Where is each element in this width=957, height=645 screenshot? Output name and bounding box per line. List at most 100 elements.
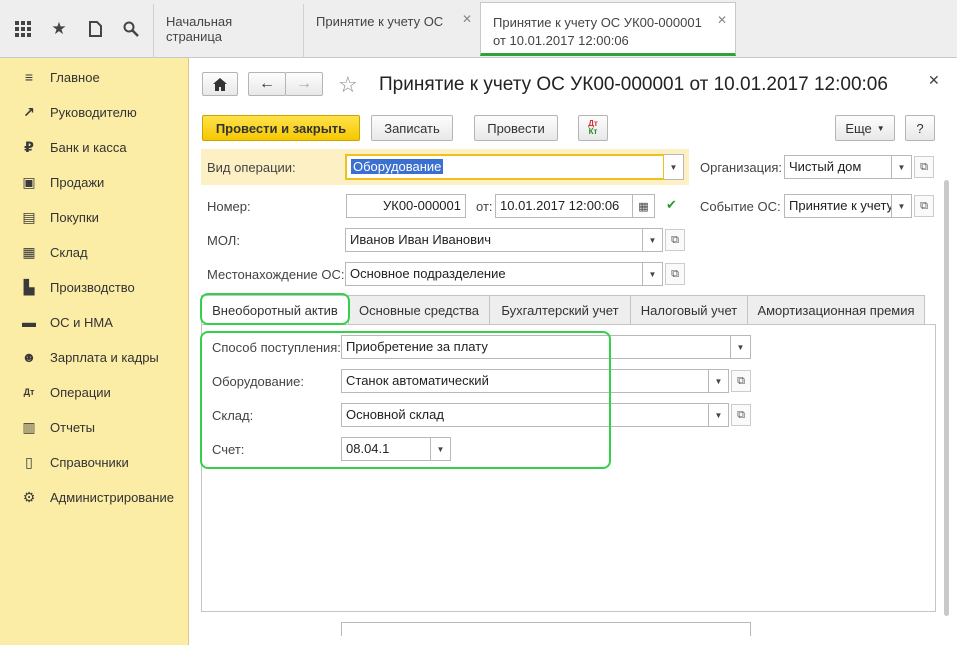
calendar-button[interactable]: ▦ xyxy=(633,194,655,218)
sidebar-item-1[interactable]: ↗ Руководителю xyxy=(0,98,189,126)
equipment-dropdown[interactable]: ▼ xyxy=(709,369,729,393)
sidebar-item-3[interactable]: ▣ Продажи xyxy=(0,168,189,196)
page-title: Принятие к учету ОС УК00-000001 от 10.01… xyxy=(379,74,888,95)
help-button[interactable]: ? xyxy=(905,115,935,141)
sidebar-item-6[interactable]: ▙ Производство xyxy=(0,273,189,301)
check-icon[interactable]: ✔ xyxy=(666,197,677,213)
sidebar-item-4[interactable]: ▤ Покупки xyxy=(0,203,189,231)
sidebar-item-7[interactable]: ▬ ОС и НМА xyxy=(0,308,189,336)
history-icon[interactable] xyxy=(80,14,110,44)
tab-panel xyxy=(201,324,936,612)
tab-home[interactable]: Начальная страница xyxy=(153,4,303,58)
chevron-down-icon: ▼ xyxy=(876,123,885,133)
search-icon[interactable] xyxy=(116,14,146,44)
tab-os-acceptance-doc[interactable]: Принятие к учету ОС УК00-000001 от 10.01… xyxy=(480,2,736,56)
dt-kt-icon: Дт xyxy=(23,387,35,397)
mol-field[interactable]: Иванов Иван Иванович xyxy=(345,228,643,252)
event-dropdown[interactable]: ▼ xyxy=(892,194,912,218)
chevron-down-icon: ▼ xyxy=(714,376,723,386)
tab-os-acceptance-list-label: Принятие к учету ОС xyxy=(316,14,444,29)
sidebar-item-5[interactable]: ▦ Склад xyxy=(0,238,189,266)
operation-type-field[interactable]: Оборудование xyxy=(345,154,665,180)
truck-icon: ▬ xyxy=(22,314,36,330)
close-icon[interactable]: ✕ xyxy=(462,12,472,26)
back-button[interactable]: ← xyxy=(248,72,286,96)
receipt-method-label: Способ поступления: xyxy=(212,340,341,355)
organization-label: Организация: xyxy=(700,160,783,175)
sidebar-item-label: Склад xyxy=(50,244,88,260)
apps-grid-icon[interactable] xyxy=(8,14,38,44)
location-open-button[interactable]: ⧉ xyxy=(665,263,685,285)
mol-dropdown[interactable]: ▼ xyxy=(643,228,663,252)
sidebar-item-11[interactable]: ▯ Справочники xyxy=(0,448,189,476)
tab-noncurrent-asset[interactable]: Внеоборотный актив xyxy=(201,295,349,325)
scrollbar-thumb[interactable] xyxy=(944,180,949,616)
sidebar-item-2[interactable]: ₽ Банк и касса xyxy=(0,133,189,161)
equipment-field[interactable]: Станок автоматический xyxy=(341,369,709,393)
date-field[interactable]: 10.01.2017 12:00:06 xyxy=(495,194,633,218)
trend-icon: ↗ xyxy=(23,103,35,120)
chevron-down-icon: ▼ xyxy=(648,269,657,279)
date-label: от: xyxy=(476,199,493,214)
organization-dropdown[interactable]: ▼ xyxy=(892,155,912,179)
arrow-right-icon: → xyxy=(296,75,312,92)
sidebar-item-0[interactable]: ≡ Главное xyxy=(0,63,189,91)
location-dropdown[interactable]: ▼ xyxy=(643,262,663,286)
account-field[interactable]: 08.04.1 xyxy=(341,437,431,461)
tab-os-acceptance-list[interactable]: Принятие к учету ОС ✕ xyxy=(303,4,480,58)
tab-accounting[interactable]: Бухгалтерский учет xyxy=(489,295,631,325)
arrow-left-icon: ← xyxy=(259,75,275,92)
dt-kt-icon: Дт Кт xyxy=(588,119,598,136)
warehouse-dropdown[interactable]: ▼ xyxy=(709,403,729,427)
warehouse-icon: ▦ xyxy=(22,243,36,260)
receipt-method-field[interactable]: Приобретение за плату xyxy=(341,335,731,359)
sidebar-item-label: Зарплата и кадры xyxy=(50,349,159,365)
sidebar-item-label: Администрирование xyxy=(50,489,174,505)
sidebar-item-10[interactable]: ▥ Отчеты xyxy=(0,413,189,441)
sidebar: ≡ Главное ↗ Руководителю ₽ Банк и касса ▣ Прода… xyxy=(0,58,189,645)
post-button[interactable]: Провести xyxy=(474,115,558,141)
more-button[interactable]: Еще ▼ xyxy=(835,115,895,141)
event-field[interactable]: Принятие к учету xyxy=(784,194,892,218)
tab-tax-accounting[interactable]: Налоговый учет xyxy=(630,295,748,325)
favorite-star-icon[interactable]: ☆ xyxy=(338,72,358,98)
tab-fixed-assets[interactable]: Основные средства xyxy=(348,295,490,325)
number-field[interactable]: УК00-000001 xyxy=(346,194,466,218)
tab-home-label: Начальная страница xyxy=(166,14,233,44)
dt-kt-button[interactable]: Дт Кт xyxy=(578,115,608,141)
equipment-open-button[interactable]: ⧉ xyxy=(731,370,751,392)
event-open-button[interactable]: ⧉ xyxy=(914,195,934,217)
open-icon: ⧉ xyxy=(671,233,679,246)
organization-open-button[interactable]: ⧉ xyxy=(914,156,934,178)
cart-icon: ▤ xyxy=(22,208,36,225)
star-icon[interactable]: ★ xyxy=(44,14,74,44)
warehouse-field[interactable]: Основной склад xyxy=(341,403,709,427)
save-button[interactable]: Записать xyxy=(371,115,453,141)
account-dropdown[interactable]: ▼ xyxy=(431,437,451,461)
operation-type-dropdown[interactable]: ▼ xyxy=(664,154,684,180)
scrollbar[interactable] xyxy=(941,172,953,632)
tab-depreciation-bonus[interactable]: Амортизационная премия xyxy=(747,295,925,325)
sidebar-item-label: Справочники xyxy=(50,454,129,470)
close-icon[interactable]: ✕ xyxy=(717,13,727,27)
sidebar-item-label: Покупки xyxy=(50,209,99,225)
forward-button[interactable]: → xyxy=(285,72,323,96)
sidebar-item-12[interactable]: ⚙ Администрирование xyxy=(0,483,189,511)
sidebar-item-9[interactable]: Дт Операции xyxy=(0,378,189,406)
comment-field-partial[interactable] xyxy=(341,622,751,636)
post-and-close-button[interactable]: Провести и закрыть xyxy=(202,115,360,141)
close-form-icon[interactable]: ✕ xyxy=(928,72,940,89)
warehouse-open-button[interactable]: ⧉ xyxy=(731,404,751,426)
gear-icon: ⚙ xyxy=(22,488,36,505)
organization-field[interactable]: Чистый дом xyxy=(784,155,892,179)
tab-doc-label-line2: от 10.01.2017 12:00:06 xyxy=(493,33,629,48)
home-button[interactable] xyxy=(202,72,238,96)
sidebar-item-8[interactable]: ☻ Зарплата и кадры xyxy=(0,343,189,371)
location-field[interactable]: Основное подразделение xyxy=(345,262,643,286)
bar-chart-icon: ▥ xyxy=(22,418,36,435)
receipt-method-dropdown[interactable]: ▼ xyxy=(731,335,751,359)
mol-open-button[interactable]: ⧉ xyxy=(665,229,685,251)
calendar-icon: ▦ xyxy=(638,200,649,213)
open-icon: ⧉ xyxy=(737,408,745,421)
book-icon: ▯ xyxy=(25,453,33,470)
